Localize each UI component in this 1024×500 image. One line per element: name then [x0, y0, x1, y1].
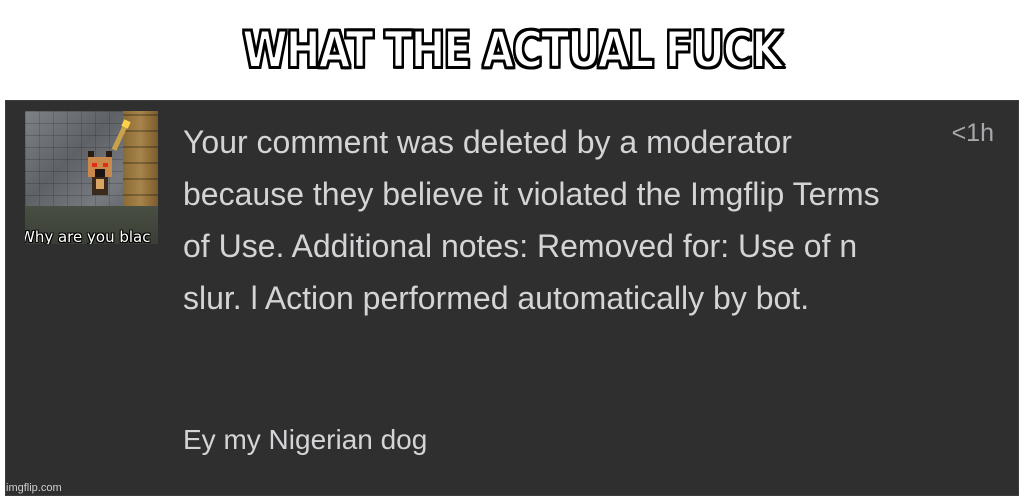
dog-figure-icon: [84, 151, 116, 197]
meme-thumbnail[interactable]: Why are you blac: [25, 111, 158, 244]
notification-timestamp: <1h: [951, 119, 994, 147]
imgflip-watermark: imgflip.com: [6, 482, 62, 494]
dog-eye-right: [103, 163, 108, 167]
deleted-comment-text: Ey my Nigerian dog: [183, 424, 428, 455]
moderation-message: Your comment was deleted by a moderator …: [183, 124, 880, 316]
dog-eye-left: [92, 163, 97, 167]
thumbnail-caption: Why are you blac: [25, 228, 151, 244]
dog-chest: [96, 179, 104, 189]
meme-top-caption: WHAT THE ACTUAL FUCK: [242, 20, 784, 80]
dog-snout: [95, 169, 105, 177]
notification-item[interactable]: Why are you blac Your comment was delete…: [5, 100, 1019, 496]
